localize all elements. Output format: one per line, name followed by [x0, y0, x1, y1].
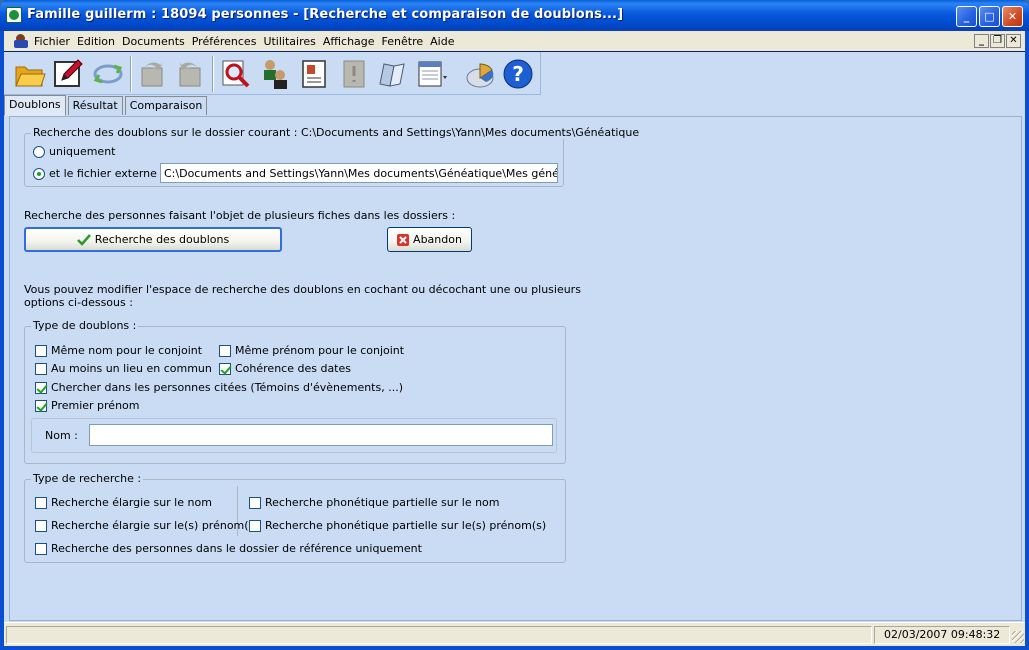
menu-bar: Fichier Edition Documents Préférences Ut…: [4, 31, 1025, 51]
chart-icon[interactable]: [464, 58, 496, 90]
close-button[interactable]: ✕: [1002, 6, 1023, 27]
reference-only-checkbox[interactable]: [35, 543, 47, 555]
mdi-close-button[interactable]: ✕: [1006, 34, 1021, 48]
toolbar-separator: [212, 56, 214, 92]
broad-name-checkbox[interactable]: [35, 497, 47, 509]
cited-persons-label[interactable]: Chercher dans les personnes citées (Témo…: [51, 381, 403, 394]
search-duplicates-button[interactable]: Recherche des doublons: [24, 227, 282, 252]
current-folder-group: Recherche des doublons sur le dossier co…: [24, 126, 642, 187]
toolbar: ?: [4, 52, 541, 95]
tab-comparaison[interactable]: Comparaison: [124, 96, 208, 115]
options-note-line1: Vous pouvez modifier l'espace de recherc…: [24, 283, 581, 296]
persons-tree-icon[interactable]: [258, 58, 290, 90]
svg-text:?: ?: [512, 62, 524, 86]
menu-preferences[interactable]: Préférences: [192, 35, 257, 48]
only-radio-label[interactable]: uniquement: [49, 145, 116, 158]
mdi-restore-button[interactable]: ❐: [990, 34, 1005, 48]
tab-resultat[interactable]: Résultat: [67, 96, 123, 115]
date-consistency-label[interactable]: Cohérence des dates: [235, 362, 351, 375]
status-bar: 02/03/2007 09:48:32: [4, 622, 1025, 646]
doublons-panel: Recherche des doublons sur le dossier co…: [9, 116, 1022, 621]
record-card-icon[interactable]: [298, 58, 330, 90]
search-icon[interactable]: [220, 58, 252, 90]
same-firstname-spouse-label[interactable]: Même prénom pour le conjoint: [235, 344, 404, 357]
undo-icon[interactable]: [136, 58, 168, 90]
checkmark-icon: [76, 233, 91, 246]
name-label: Nom :: [45, 429, 78, 442]
window-frame-bottom: [0, 646, 1029, 650]
options-note-line2: options ci-dessous :: [24, 296, 133, 309]
status-datetime: 02/03/2007 09:48:32: [884, 628, 1001, 641]
abort-label: Abandon: [413, 233, 462, 246]
menu-fichier[interactable]: Fichier: [34, 35, 70, 48]
book-icon[interactable]: [376, 58, 408, 90]
menu-fenetre[interactable]: Fenêtre: [382, 35, 424, 48]
tab-doublons[interactable]: Doublons: [4, 95, 66, 116]
search-type-legend: Type de recherche :: [31, 472, 144, 485]
external-file-path-field[interactable]: C:\Documents and Settings\Yann\Mes docum…: [160, 163, 558, 183]
app-icon[interactable]: [6, 7, 22, 23]
search-duplicates-label: Recherche des doublons: [94, 233, 230, 246]
document-menu-icon[interactable]: [14, 34, 29, 48]
broad-name-label[interactable]: Recherche élargie sur le nom: [51, 496, 212, 509]
title-bar[interactable]: Famille guillerm : 18094 personnes - [Re…: [0, 0, 1029, 31]
mdi-minimize-button[interactable]: _: [974, 34, 989, 48]
name-subgroup: Nom :: [31, 418, 557, 453]
open-folder-icon[interactable]: [14, 58, 46, 90]
document-icon[interactable]: [338, 58, 370, 90]
window-title: Famille guillerm : 18094 personnes - [Re…: [27, 7, 624, 22]
menu-aide[interactable]: Aide: [430, 35, 454, 48]
common-place-label[interactable]: Au moins un lieu en commun: [51, 362, 212, 375]
sync-icon[interactable]: [92, 58, 124, 90]
help-icon[interactable]: ?: [502, 58, 534, 90]
report-icon[interactable]: [416, 58, 448, 90]
duplicate-type-group: Type de doublons : Même nom pour le conj…: [24, 319, 566, 464]
window-frame-right: [1025, 31, 1029, 650]
external-file-radio[interactable]: [33, 168, 45, 180]
duplicate-type-legend: Type de doublons :: [31, 319, 139, 332]
phonetic-name-checkbox[interactable]: [249, 497, 261, 509]
current-folder-legend: Recherche des doublons sur le dossier co…: [31, 126, 642, 139]
minimize-button[interactable]: _: [956, 6, 977, 27]
cited-persons-checkbox[interactable]: [35, 382, 47, 394]
resize-grip[interactable]: [1012, 631, 1024, 643]
date-consistency-checkbox[interactable]: [219, 363, 231, 375]
toolbar-separator: [130, 56, 132, 92]
same-firstname-spouse-checkbox[interactable]: [219, 345, 231, 357]
maximize-button[interactable]: □: [979, 6, 1000, 27]
menu-edition[interactable]: Edition: [77, 35, 115, 48]
first-firstname-label[interactable]: Premier prénom: [51, 399, 140, 412]
same-name-spouse-checkbox[interactable]: [35, 345, 47, 357]
same-name-spouse-label[interactable]: Même nom pour le conjoint: [51, 344, 202, 357]
menu-affichage[interactable]: Affichage: [323, 35, 375, 48]
broad-firstnames-label[interactable]: Recherche élargie sur le(s) prénom(s): [51, 519, 259, 532]
name-input[interactable]: [89, 424, 553, 446]
phonetic-firstnames-label[interactable]: Recherche phonétique partielle sur le(s)…: [265, 519, 546, 532]
app-window: Famille guillerm : 18094 personnes - [Re…: [0, 0, 1029, 650]
menu-documents[interactable]: Documents: [122, 35, 185, 48]
abort-button[interactable]: Abandon: [387, 227, 472, 252]
only-radio[interactable]: [33, 146, 45, 158]
menu-utilitaires[interactable]: Utilitaires: [263, 35, 315, 48]
first-firstname-checkbox[interactable]: [35, 400, 47, 412]
search-type-group: Type de recherche : Recherche élargie su…: [24, 472, 566, 563]
phonetic-name-label[interactable]: Recherche phonétique partielle sur le no…: [265, 496, 500, 509]
redo-icon[interactable]: [174, 58, 206, 90]
reference-only-label[interactable]: Recherche des personnes dans le dossier …: [51, 542, 422, 555]
broad-firstnames-checkbox[interactable]: [35, 520, 47, 532]
status-message-cell: [6, 626, 872, 644]
search-intro-text: Recherche des personnes faisant l'objet …: [24, 209, 456, 222]
toolbar-background: [541, 52, 1025, 95]
cancel-icon: [397, 233, 410, 246]
external-file-radio-label[interactable]: et le fichier externe :: [49, 167, 164, 180]
tab-strip: Doublons Résultat Comparaison: [4, 95, 209, 116]
edit-icon[interactable]: [52, 58, 84, 90]
phonetic-firstnames-checkbox[interactable]: [249, 520, 261, 532]
common-place-checkbox[interactable]: [35, 363, 47, 375]
